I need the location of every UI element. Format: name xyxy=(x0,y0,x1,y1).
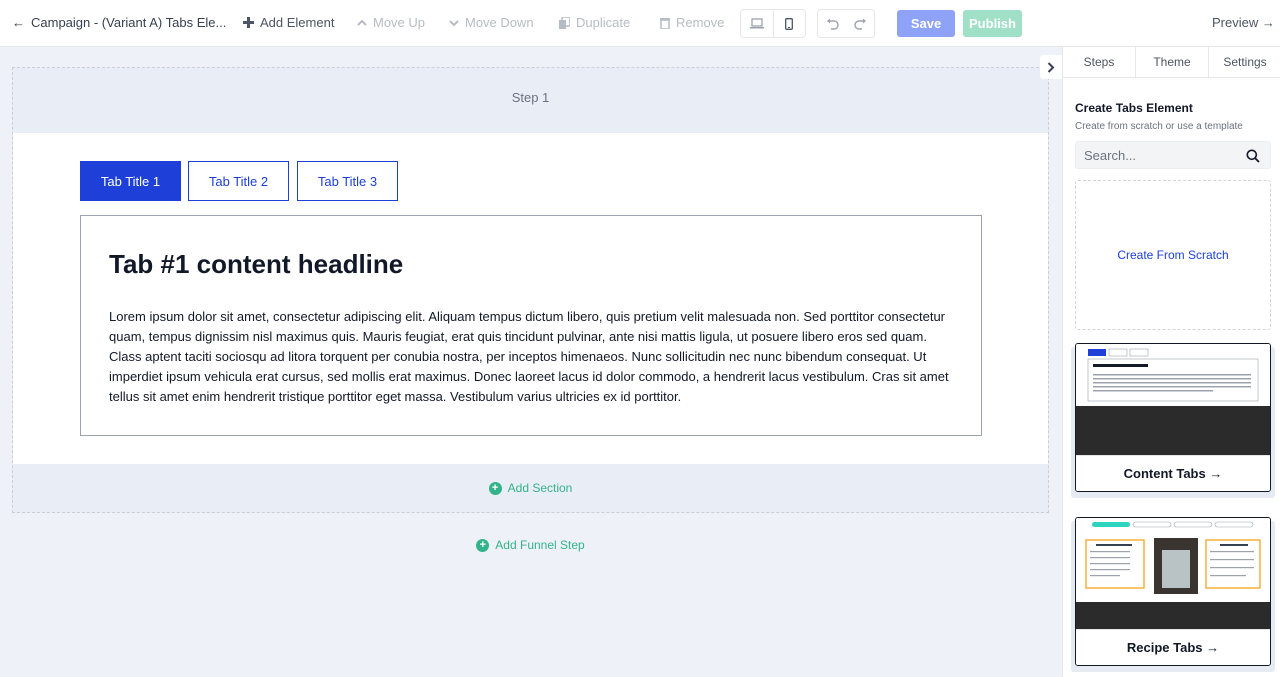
redo-icon xyxy=(853,18,866,30)
duplicate-label: Duplicate xyxy=(576,15,631,30)
template-thumbnail xyxy=(1076,344,1270,406)
laptop-icon xyxy=(749,18,764,29)
template-dark-band xyxy=(1076,406,1270,456)
add-funnel-step-button[interactable]: + Add Funnel Step xyxy=(12,538,1049,552)
tab-content-panel[interactable]: Tab #1 content headline Lorem ipsum dolo… xyxy=(80,215,982,436)
template-search xyxy=(1075,141,1271,169)
mobile-view-button[interactable] xyxy=(772,10,806,37)
tab-theme[interactable]: Theme xyxy=(1135,47,1208,77)
add-funnel-step-label: Add Funnel Step xyxy=(495,538,585,552)
redo-button[interactable] xyxy=(846,10,874,37)
template-recipe-tabs[interactable]: Recipe Tabs → xyxy=(1075,517,1271,666)
sidebar-title: Create Tabs Element xyxy=(1075,101,1193,115)
tab-title-1[interactable]: Tab Title 1 xyxy=(80,161,181,201)
preview-link[interactable]: Preview → xyxy=(1212,15,1275,30)
collapse-sidebar-button[interactable] xyxy=(1040,55,1062,79)
recipe-tabs-thumbnail xyxy=(1085,521,1261,594)
campaign-title: Campaign - (Variant A) Tabs Ele... xyxy=(31,15,227,30)
trash-icon xyxy=(660,17,670,29)
remove-label: Remove xyxy=(676,15,725,30)
content-tabs-thumbnail xyxy=(1087,348,1259,402)
history-controls xyxy=(817,9,875,38)
page-section[interactable]: Tab Title 1 Tab Title 2 Tab Title 3 Tab … xyxy=(13,133,1048,464)
chevron-down-icon xyxy=(449,19,459,26)
sidebar-tabs: Steps Theme Settings xyxy=(1063,47,1280,78)
tab-content-headline: Tab #1 content headline xyxy=(109,249,404,279)
device-toggle xyxy=(740,9,806,38)
move-up-button[interactable]: Move Up xyxy=(357,15,425,30)
desktop-view-button[interactable] xyxy=(741,10,773,37)
tab-title-2[interactable]: Tab Title 2 xyxy=(188,161,289,201)
template-label: Content Tabs → xyxy=(1076,455,1270,491)
chevron-right-icon xyxy=(1047,61,1055,73)
create-from-scratch-card[interactable]: Create From Scratch xyxy=(1075,180,1271,330)
chevron-up-icon xyxy=(357,19,367,26)
copy-icon xyxy=(559,16,570,29)
funnel-step-container: Step 1 Tab Title 1 Tab Title 2 Tab Title… xyxy=(12,67,1049,513)
add-element-label: Add Element xyxy=(260,15,335,30)
plus-circle-icon: + xyxy=(488,481,502,495)
remove-button[interactable]: Remove xyxy=(660,15,724,30)
publish-button[interactable]: Publish xyxy=(963,10,1022,37)
undo-button[interactable] xyxy=(818,10,846,37)
plus-icon xyxy=(243,17,254,28)
sidebar-subtitle: Create from scratch or use a template xyxy=(1075,121,1243,132)
template-dark-band xyxy=(1076,602,1270,630)
top-toolbar: ← Campaign - (Variant A) Tabs Ele... Add… xyxy=(0,0,1280,47)
right-sidebar: Steps Theme Settings Create Tabs Element… xyxy=(1062,47,1280,677)
back-to-campaign-link[interactable]: ← Campaign - (Variant A) Tabs Ele... xyxy=(12,15,226,30)
arrow-left-icon: ← xyxy=(12,15,25,30)
template-thumbnail xyxy=(1076,518,1270,602)
template-content-tabs[interactable]: Content Tabs → xyxy=(1075,343,1271,492)
mobile-icon xyxy=(785,17,794,30)
move-down-button[interactable]: Move Down xyxy=(449,15,534,30)
search-input[interactable] xyxy=(1084,147,1244,163)
step-title: Step 1 xyxy=(511,90,550,105)
add-section-label: Add Section xyxy=(507,481,573,495)
save-button[interactable]: Save xyxy=(897,10,955,37)
tab-steps[interactable]: Steps xyxy=(1063,47,1135,77)
undo-icon xyxy=(826,18,839,30)
tab-title-3[interactable]: Tab Title 3 xyxy=(297,161,398,201)
move-down-label: Move Down xyxy=(465,15,534,30)
duplicate-button[interactable]: Duplicate xyxy=(559,15,630,30)
add-element-button[interactable]: Add Element xyxy=(243,15,334,30)
add-section-button[interactable]: + Add Section xyxy=(13,481,1048,495)
tab-content-body: Lorem ipsum dolor sit amet, consectetur … xyxy=(109,309,949,404)
search-icon[interactable] xyxy=(1246,149,1260,163)
move-up-label: Move Up xyxy=(373,15,426,30)
plus-circle-icon: + xyxy=(476,538,490,552)
tab-settings[interactable]: Settings xyxy=(1208,47,1280,77)
template-label: Recipe Tabs → xyxy=(1076,629,1270,665)
